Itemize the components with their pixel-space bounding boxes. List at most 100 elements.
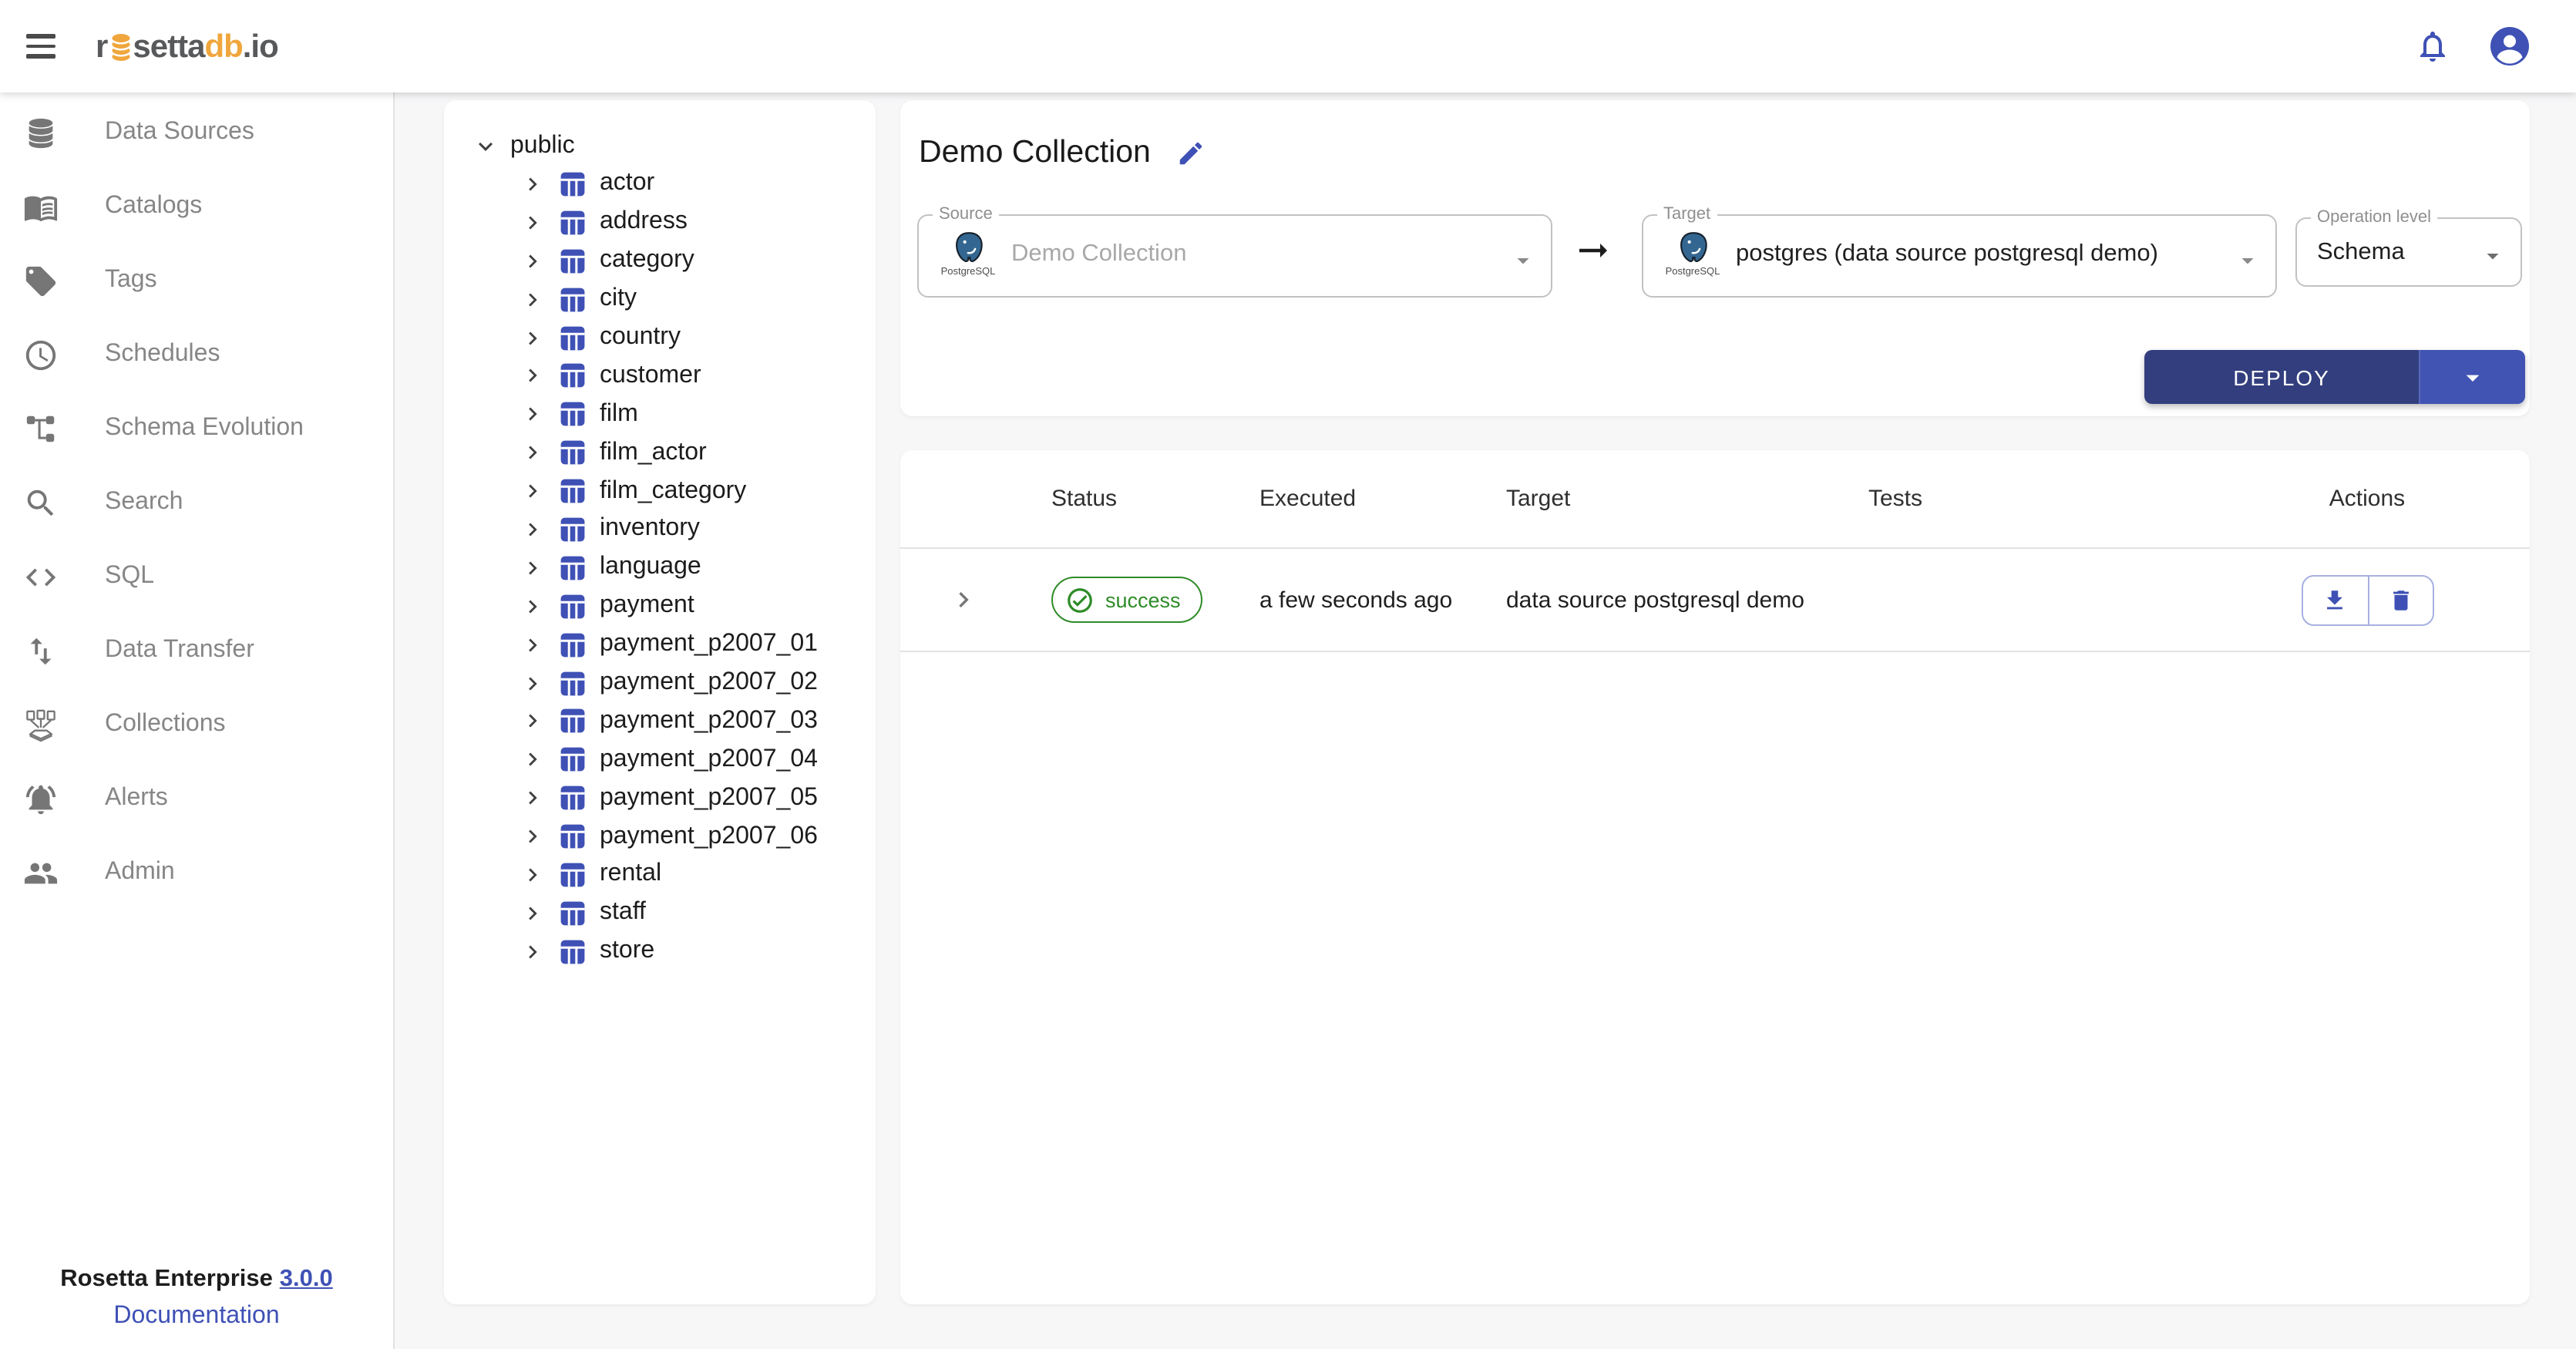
tree-table-row[interactable]: film bbox=[472, 395, 866, 434]
chevron-right-icon[interactable] bbox=[520, 325, 546, 351]
tree-table-row[interactable]: film_category bbox=[472, 472, 866, 510]
code-icon bbox=[22, 558, 59, 595]
table-icon bbox=[560, 555, 586, 581]
chevron-right-icon[interactable] bbox=[520, 555, 546, 581]
sidebar-item-alerts[interactable]: Alerts bbox=[0, 762, 393, 836]
chevron-right-icon[interactable] bbox=[520, 593, 546, 619]
collection-deploy-panel: Demo Collection Source PostgreSQL Demo C… bbox=[900, 100, 2530, 416]
tree-table-row[interactable]: address bbox=[472, 204, 866, 242]
table-name: payment_p2007_04 bbox=[600, 746, 818, 774]
sidebar-item-admin[interactable]: Admin bbox=[0, 836, 393, 910]
deploy-button[interactable]: DEPLOY bbox=[2144, 350, 2419, 404]
target-select[interactable]: Target PostgreSQL postgres (data source … bbox=[1642, 207, 2277, 298]
avatar-icon[interactable] bbox=[2487, 23, 2533, 69]
chevron-right-icon[interactable] bbox=[520, 247, 546, 274]
hamburger-menu-icon[interactable] bbox=[26, 28, 63, 65]
chevron-right-icon[interactable] bbox=[520, 785, 546, 811]
chevron-down-icon[interactable] bbox=[472, 132, 499, 160]
deploy-options-button[interactable] bbox=[2419, 350, 2525, 404]
tree-table-row[interactable]: customer bbox=[472, 357, 866, 395]
tree-table-row[interactable]: payment_p2007_05 bbox=[472, 779, 866, 818]
tree-table-row[interactable]: country bbox=[472, 318, 866, 357]
logo-text: .io bbox=[243, 30, 278, 62]
tree-table-row[interactable]: actor bbox=[472, 165, 866, 204]
table-name: film bbox=[600, 401, 638, 429]
clock-icon bbox=[22, 336, 59, 373]
download-button[interactable] bbox=[2302, 576, 2367, 624]
tree-table-row[interactable]: rental bbox=[472, 856, 866, 894]
sidebar-item-data-transfer[interactable]: Data Transfer bbox=[0, 614, 393, 688]
app-logo[interactable]: r setta db .io bbox=[96, 30, 278, 62]
column-header-status: Status bbox=[1027, 486, 1233, 512]
row-expand-chevron-icon[interactable] bbox=[948, 584, 979, 615]
tree-table-row[interactable]: store bbox=[472, 933, 866, 971]
tree-table-row[interactable]: inventory bbox=[472, 510, 866, 549]
target-value: postgres (data source postgresql demo) bbox=[1736, 240, 2158, 267]
sidebar-item-tags[interactable]: Tags bbox=[0, 244, 393, 318]
tree-table-row[interactable]: payment_p2007_06 bbox=[472, 817, 866, 856]
sidebar-item-data-sources[interactable]: Data Sources bbox=[0, 96, 393, 170]
tree-table-row[interactable]: category bbox=[472, 242, 866, 281]
chevron-right-icon[interactable] bbox=[520, 823, 546, 849]
tree-table-row[interactable]: city bbox=[472, 280, 866, 318]
tree-root-public[interactable]: public bbox=[472, 126, 866, 165]
table-name: film_category bbox=[600, 477, 746, 505]
sidebar-item-label: Tags bbox=[105, 267, 157, 294]
chevron-right-icon[interactable] bbox=[520, 900, 546, 927]
sidebar-item-schema-evolution[interactable]: Schema Evolution bbox=[0, 392, 393, 466]
chevron-right-icon[interactable] bbox=[520, 402, 546, 428]
operation-level-label: Operation level bbox=[2311, 210, 2437, 227]
chevron-right-icon[interactable] bbox=[520, 939, 546, 965]
chevron-right-icon[interactable] bbox=[520, 439, 546, 466]
documentation-link[interactable]: Documentation bbox=[0, 1298, 393, 1335]
table-name: payment_p2007_01 bbox=[600, 631, 818, 658]
chevron-right-icon[interactable] bbox=[520, 363, 546, 389]
source-select[interactable]: Source PostgreSQL Demo Collection bbox=[917, 207, 1552, 298]
chevron-right-icon[interactable] bbox=[520, 171, 546, 197]
tree-table-row[interactable]: language bbox=[472, 549, 866, 587]
tree-table-row[interactable]: payment_p2007_03 bbox=[472, 702, 866, 741]
tree-table-row[interactable]: payment_p2007_01 bbox=[472, 625, 866, 664]
sidebar-item-label: Schedules bbox=[105, 341, 220, 368]
tree-table-row[interactable]: payment bbox=[472, 587, 866, 626]
sidebar-item-schedules[interactable]: Schedules bbox=[0, 318, 393, 392]
sidebar-item-sql[interactable]: SQL bbox=[0, 540, 393, 614]
bell-icon[interactable] bbox=[2414, 28, 2451, 65]
tree-table-row[interactable]: payment_p2007_02 bbox=[472, 664, 866, 702]
chevron-right-icon[interactable] bbox=[520, 708, 546, 735]
delete-button[interactable] bbox=[2367, 576, 2432, 624]
table-icon bbox=[560, 862, 586, 888]
dropdown-arrow-icon[interactable] bbox=[2234, 246, 2262, 274]
sidebar-item-collections[interactable]: Collections bbox=[0, 688, 393, 762]
chevron-right-icon[interactable] bbox=[520, 670, 546, 696]
chevron-right-icon[interactable] bbox=[520, 478, 546, 504]
table-row: success a few seconds ago data source po… bbox=[900, 549, 2530, 652]
sidebar-item-label: Data Transfer bbox=[105, 637, 254, 664]
sidebar-item-label: Collections bbox=[105, 711, 226, 738]
status-badge: success bbox=[1051, 577, 1202, 623]
database-coins-icon bbox=[109, 32, 132, 62]
tree-table-row[interactable]: payment_p2007_04 bbox=[472, 741, 866, 779]
tree-table-row[interactable]: film_actor bbox=[472, 433, 866, 472]
sidebar-item-search[interactable]: Search bbox=[0, 466, 393, 540]
edit-pencil-icon[interactable] bbox=[1177, 138, 1206, 167]
dropdown-arrow-icon[interactable] bbox=[2479, 242, 2507, 270]
chevron-right-icon[interactable] bbox=[520, 631, 546, 658]
table-name: film_actor bbox=[600, 439, 707, 466]
version-link[interactable]: 3.0.0 bbox=[280, 1266, 333, 1292]
chevron-right-icon[interactable] bbox=[520, 862, 546, 888]
chevron-right-icon[interactable] bbox=[520, 516, 546, 543]
chevron-right-icon[interactable] bbox=[520, 286, 546, 312]
table-icon bbox=[560, 210, 586, 236]
table-name: actor bbox=[600, 170, 654, 198]
sidebar-item-label: Data Sources bbox=[105, 119, 254, 146]
dropdown-arrow-icon[interactable] bbox=[1509, 246, 1537, 274]
operation-level-select[interactable]: Operation level Schema bbox=[2295, 210, 2522, 287]
target-cell: data source postgresql demo bbox=[1480, 587, 1842, 613]
chevron-right-icon[interactable] bbox=[520, 747, 546, 773]
transfer-arrows-icon bbox=[22, 632, 59, 669]
chevron-right-icon[interactable] bbox=[520, 210, 546, 236]
row-actions bbox=[2301, 574, 2433, 625]
tree-table-row[interactable]: staff bbox=[472, 894, 866, 933]
sidebar-item-catalogs[interactable]: Catalogs bbox=[0, 170, 393, 244]
